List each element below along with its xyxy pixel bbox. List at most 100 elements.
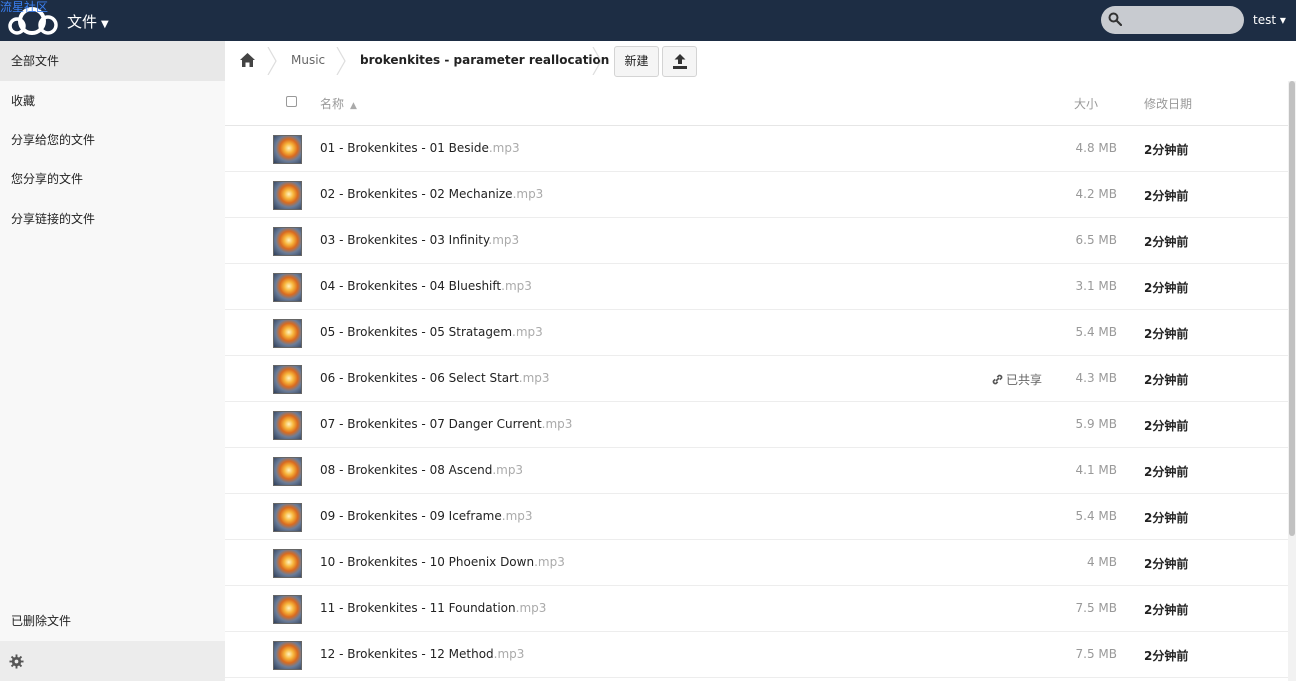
select-all-checkbox[interactable] — [286, 96, 297, 107]
file-basename: 02 - Brokenkites - 02 Mechanize — [320, 187, 513, 201]
file-name[interactable]: 04 - Brokenkites - 04 Blueshift.mp3 — [320, 279, 532, 293]
new-button[interactable]: 新建 — [614, 46, 659, 77]
album-thumbnail[interactable] — [273, 319, 302, 348]
app-title: 文件 — [67, 13, 98, 31]
sidebar-item-shared-by-you[interactable]: 您分享的文件 — [0, 159, 225, 199]
file-size: 4 MB — [1086, 555, 1117, 569]
file-extension: .mp3 — [541, 417, 573, 431]
file-extension: .mp3 — [512, 325, 543, 339]
file-name[interactable]: 01 - Brokenkites - 01 Beside.mp3 — [320, 141, 520, 155]
table-row[interactable]: 09 - Brokenkites - 09 Iceframe.mp3 5.4 MB… — [225, 494, 1288, 540]
album-thumbnail[interactable] — [273, 181, 302, 210]
table-row[interactable]: 03 - Brokenkites - 03 Infinity.mp3 6.5 MB… — [225, 218, 1288, 264]
gear-icon — [9, 654, 24, 669]
table-row[interactable]: 04 - Brokenkites - 04 Blueshift.mp3 3.1 M… — [225, 264, 1288, 310]
upload-icon — [673, 54, 687, 69]
breadcrumb-current-folder[interactable]: brokenkites - parameter reallocation — [360, 53, 609, 67]
sidebar-item-deleted-files[interactable]: 已删除文件 — [0, 601, 225, 641]
table-row[interactable]: 11 - Brokenkites - 11 Foundation.mp3 7.5 … — [225, 586, 1288, 632]
table-row[interactable]: 01 - Brokenkites - 01 Beside.mp3 4.8 MB 2分… — [225, 126, 1288, 172]
file-extension: .mp3 — [493, 647, 525, 661]
column-header-name[interactable]: 名称 ▲ — [320, 95, 357, 112]
file-extension: .mp3 — [501, 279, 532, 293]
file-name[interactable]: 08 - Brokenkites - 08 Ascend.mp3 — [320, 463, 523, 477]
file-modified-date: 2分钟前 — [1144, 281, 1189, 295]
table-row[interactable]: 07 - Brokenkites - 07 Danger Current.mp3… — [225, 402, 1288, 448]
file-extension: .mp3 — [534, 555, 565, 569]
file-size: 6.5 MB — [1075, 233, 1117, 247]
file-name[interactable]: 05 - Brokenkites - 05 Stratagem.mp3 — [320, 325, 543, 339]
upload-button[interactable] — [662, 46, 697, 77]
album-thumbnail[interactable] — [273, 549, 302, 578]
sidebar-item-shared-with-you[interactable]: 分享给您的文件 — [0, 120, 225, 160]
file-name[interactable]: 12 - Brokenkites - 12 Method.mp3 — [320, 647, 524, 661]
album-thumbnail[interactable] — [273, 411, 302, 440]
file-modified-date: 2分钟前 — [1144, 373, 1189, 387]
file-extension: .mp3 — [488, 141, 520, 155]
file-modified-date: 2分钟前 — [1144, 603, 1189, 617]
file-name[interactable]: 10 - Brokenkites - 10 Phoenix Down.mp3 — [320, 555, 565, 569]
file-name[interactable]: 11 - Brokenkites - 11 Foundation.mp3 — [320, 601, 546, 615]
file-basename: 01 - Brokenkites - 01 Beside — [320, 141, 489, 155]
sidebar: 全部文件 收藏 分享给您的文件 您分享的文件 分享链接的文件 已删除文件 — [0, 41, 225, 681]
file-basename: 10 - Brokenkites - 10 Phoenix Down — [320, 555, 535, 569]
album-thumbnail[interactable] — [273, 641, 302, 670]
shared-label: 已共享 — [1006, 373, 1043, 387]
user-menu[interactable]: test ▾ — [1253, 13, 1286, 27]
sidebar-item-favorites[interactable]: 收藏 — [0, 81, 225, 121]
file-basename: 04 - Brokenkites - 04 Blueshift — [320, 279, 502, 293]
link-icon — [992, 374, 1003, 385]
file-extension: .mp3 — [492, 463, 524, 477]
table-row[interactable]: 10 - Brokenkites - 10 Phoenix Down.mp3 4 … — [225, 540, 1288, 586]
caret-down-icon: ▼ — [101, 19, 109, 30]
column-header-date[interactable]: 修改日期 — [1144, 95, 1192, 112]
file-name[interactable]: 07 - Brokenkites - 07 Danger Current.mp3 — [320, 417, 572, 431]
file-basename: 11 - Brokenkites - 11 Foundation — [320, 601, 516, 615]
app-menu[interactable]: 文件 ▼ — [67, 11, 109, 32]
settings-button[interactable] — [0, 641, 225, 681]
album-thumbnail[interactable] — [273, 365, 302, 394]
table-row[interactable]: 12 - Brokenkites - 12 Method.mp3 7.5 MB 2分… — [225, 632, 1288, 678]
album-thumbnail[interactable] — [273, 227, 302, 256]
file-size: 5.4 MB — [1075, 509, 1117, 523]
file-size: 7.5 MB — [1075, 601, 1117, 615]
file-basename: 09 - Brokenkites - 09 Iceframe — [320, 509, 502, 523]
scrollbar-thumb[interactable] — [1289, 81, 1295, 536]
file-name[interactable]: 02 - Brokenkites - 02 Mechanize.mp3 — [320, 187, 543, 201]
file-modified-date: 2分钟前 — [1144, 235, 1189, 249]
controls-bar: Music brokenkites - parameter reallocati… — [225, 41, 1296, 81]
table-row[interactable]: 05 - Brokenkites - 05 Stratagem.mp3 5.4 M… — [225, 310, 1288, 356]
file-size: 4.8 MB — [1075, 141, 1117, 155]
file-basename: 08 - Brokenkites - 08 Ascend — [320, 463, 493, 477]
album-thumbnail[interactable] — [273, 503, 302, 532]
file-modified-date: 2分钟前 — [1144, 557, 1189, 571]
album-thumbnail[interactable] — [273, 595, 302, 624]
file-name[interactable]: 09 - Brokenkites - 09 Iceframe.mp3 — [320, 509, 533, 523]
breadcrumb-music[interactable]: Music — [291, 53, 325, 67]
column-header-size[interactable]: 大小 — [1074, 95, 1098, 112]
file-modified-date: 2分钟前 — [1144, 327, 1189, 341]
file-size: 3.1 MB — [1075, 279, 1117, 293]
file-extension: .mp3 — [488, 233, 520, 247]
file-basename: 07 - Brokenkites - 07 Danger Current — [320, 417, 542, 431]
file-name[interactable]: 03 - Brokenkites - 03 Infinity.mp3 — [320, 233, 519, 247]
album-thumbnail[interactable] — [273, 457, 302, 486]
file-basename: 03 - Brokenkites - 03 Infinity — [320, 233, 489, 247]
home-icon[interactable] — [240, 53, 255, 67]
file-name[interactable]: 06 - Brokenkites - 06 Select Start.mp3 — [320, 371, 550, 385]
sidebar-item-all-files[interactable]: 全部文件 — [0, 41, 225, 81]
chevron-right-icon — [267, 47, 277, 75]
scrollbar[interactable] — [1288, 81, 1296, 681]
table-row[interactable]: 06 - Brokenkites - 06 Select Start.mp3 已共… — [225, 356, 1288, 402]
brand-link[interactable]: 流星社区 — [0, 0, 48, 15]
sort-up-icon: ▲ — [350, 101, 357, 111]
file-modified-date: 2分钟前 — [1144, 189, 1189, 203]
sidebar-item-shared-by-link[interactable]: 分享链接的文件 — [0, 199, 225, 239]
table-row[interactable]: 02 - Brokenkites - 02 Mechanize.mp3 4.2 M… — [225, 172, 1288, 218]
file-size: 4.2 MB — [1075, 187, 1117, 201]
table-row[interactable]: 08 - Brokenkites - 08 Ascend.mp3 4.1 MB 2分… — [225, 448, 1288, 494]
search-input[interactable] — [1101, 6, 1244, 34]
shared-indicator[interactable]: 已共享 — [991, 371, 1042, 388]
album-thumbnail[interactable] — [273, 273, 302, 302]
album-thumbnail[interactable] — [273, 135, 302, 164]
